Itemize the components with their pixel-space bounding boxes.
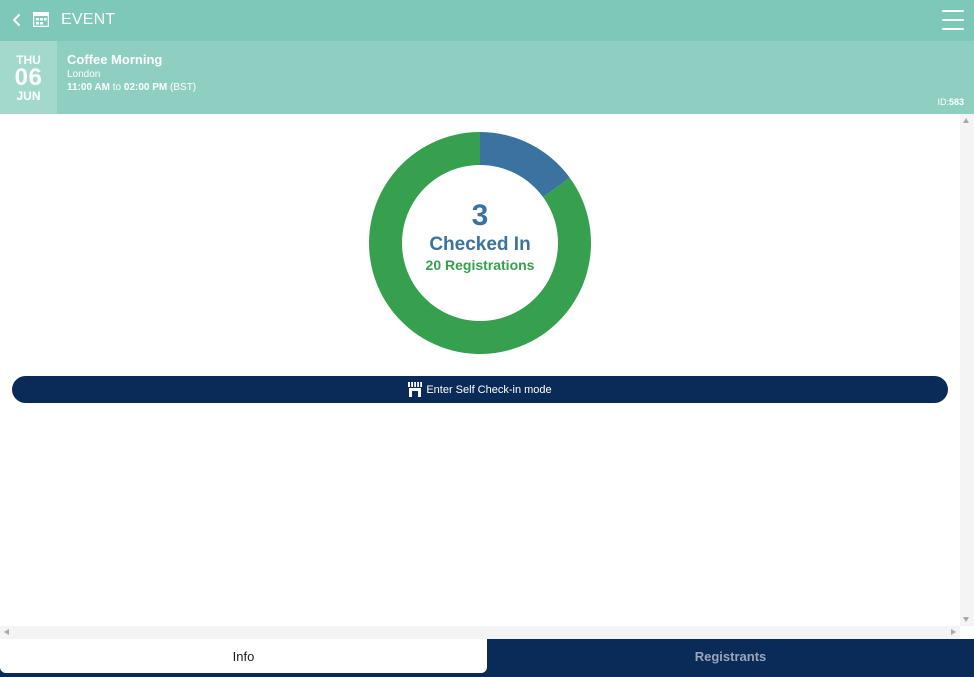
scroll-left-icon[interactable] [4,629,9,635]
event-month: JUN [16,89,41,103]
event-day: 06 [14,64,43,91]
event-time-separator: to [112,82,122,93]
back-button[interactable] [6,8,28,32]
event-date-box: THU 06 JUN [0,41,57,114]
event-id-value: 583 [948,97,964,107]
vertical-scrollbar[interactable] [960,114,974,626]
event-id: ID:583 [937,97,964,107]
kiosk-icon [408,382,423,397]
event-timezone: (BST) [170,82,197,93]
page-title: EVENT [61,11,116,28]
hamburger-menu-icon [942,10,964,12]
bottom-tab-bar: Info Registrants [0,639,974,677]
checked-in-count: 3 [471,199,489,232]
horizontal-scrollbar[interactable] [0,626,960,639]
menu-button[interactable] [942,10,964,30]
checked-in-label: Checked In [429,234,531,255]
scroll-down-icon[interactable] [963,617,969,622]
tab-registrants[interactable]: Registrants [487,639,974,673]
event-start-time: 11:00 AM [67,82,110,93]
chevron-left-icon [13,14,20,26]
top-bar: EVENT [0,0,974,41]
checkin-donut-chart: 3 Checked In 20 Registrations [368,131,592,355]
scroll-up-icon[interactable] [963,118,969,123]
event-location: London [67,69,101,80]
self-checkin-button[interactable]: Enter Self Check-in mode [12,376,948,403]
event-id-label: ID: [937,97,949,107]
tab-info[interactable]: Info [0,639,487,673]
app-window: EVENT THU 06 JUN Coffee Morning London 1… [0,0,974,677]
donut-center: 3 Checked In 20 Registrations [368,131,592,355]
self-checkin-label: Enter Self Check-in mode [426,383,552,396]
event-header: THU 06 JUN Coffee Morning London 11:00 A… [0,41,974,114]
registrations-label: 20 Registrations [425,257,535,273]
event-time: 11:00 AM to 02:00 PM (BST) [67,82,196,93]
scroll-right-icon[interactable] [951,629,956,635]
event-end-time: 02:00 PM [123,82,168,93]
calendar-icon [33,12,49,27]
event-name: Coffee Morning [67,52,163,67]
